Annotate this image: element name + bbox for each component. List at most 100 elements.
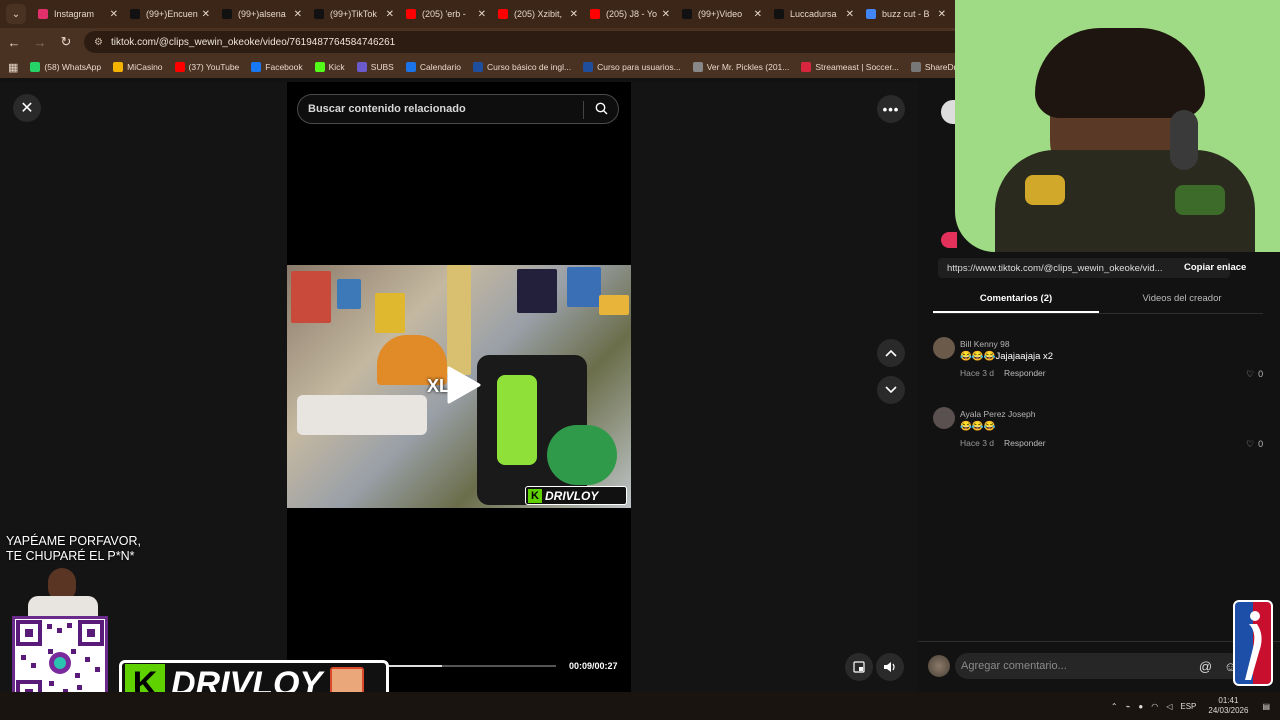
bookmark-item[interactable]: Curso para usuarios... <box>583 62 681 72</box>
bookmark-label: Curso para usuarios... <box>597 62 681 72</box>
overlay-person-image <box>18 568 108 616</box>
reply-button[interactable]: Responder <box>1004 368 1046 378</box>
browser-tab[interactable]: (99+)alsena ✕ <box>216 0 308 28</box>
browser-tab[interactable]: Instagram ✕ <box>32 0 124 28</box>
close-tab-icon[interactable]: ✕ <box>478 9 486 20</box>
video-watermark: K DRIVLOY <box>525 486 627 505</box>
bookmark-item[interactable]: Calendario <box>405 62 461 72</box>
comment-like-button[interactable]: ♡ 0 <box>1246 369 1263 380</box>
watermark-text: DRIVLOY <box>545 488 599 503</box>
volume-button[interactable] <box>876 653 904 681</box>
close-tab-icon[interactable]: ✕ <box>662 9 670 20</box>
tab-comments[interactable]: Comentarios (2) <box>933 293 1099 304</box>
bookmark-item[interactable]: Facebook <box>251 62 303 72</box>
notifications-icon[interactable]: ▤ <box>1262 702 1270 711</box>
comment-text: 😂😂😂Jajajaajaja x2 <box>960 351 1054 362</box>
tab-title: (99+)Video <box>698 9 743 19</box>
back-button[interactable]: ← <box>2 30 26 54</box>
close-tab-icon[interactable]: ✕ <box>202 9 210 20</box>
browser-tab[interactable]: buzz cut - B ✕ <box>860 0 952 28</box>
bookmark-favicon-icon <box>174 62 185 72</box>
browser-tab[interactable]: (99+)Video ✕ <box>676 0 768 28</box>
close-tab-icon[interactable]: ✕ <box>110 9 118 20</box>
bookmark-favicon-icon <box>251 62 262 72</box>
comment-avatar[interactable] <box>933 407 955 429</box>
picture-in-picture-button[interactable] <box>845 653 873 681</box>
close-tab-icon[interactable]: ✕ <box>846 9 854 20</box>
close-tab-icon[interactable]: ✕ <box>754 9 762 20</box>
tab-creator-videos[interactable]: Videos del creador <box>1099 293 1265 304</box>
nba-logo-icon <box>1233 600 1273 686</box>
microphone-icon[interactable]: ● <box>1138 702 1143 711</box>
close-tab-icon[interactable]: ✕ <box>938 9 946 20</box>
bookmark-label: Kick <box>328 62 345 72</box>
bookmark-favicon-icon <box>801 62 812 72</box>
bookmark-item[interactable]: Kick <box>314 62 345 72</box>
browser-tab[interactable]: (99+)Encuen ✕ <box>124 0 216 28</box>
bookmark-item[interactable]: Curso básico de ingl... <box>472 62 571 72</box>
tab-title: (205) 'erb - <box>422 9 466 19</box>
next-video-button[interactable] <box>877 376 905 404</box>
streamer-webcam <box>955 0 1280 252</box>
close-tab-icon[interactable]: ✕ <box>570 9 578 20</box>
copy-link-button[interactable]: Copiar enlace <box>1184 262 1246 273</box>
reply-button[interactable]: Responder <box>1004 438 1046 448</box>
bookmark-item[interactable]: (37) YouTube <box>174 62 239 72</box>
comment-input[interactable]: Agregar comentario... <box>955 653 1193 679</box>
url-text: tiktok.com/@clips_wewin_okeoke/video/761… <box>110 36 396 48</box>
close-button[interactable]: ✕ <box>13 94 41 122</box>
comment-avatar[interactable] <box>933 337 955 359</box>
tiktok-icon <box>130 9 140 19</box>
comment-like-button[interactable]: ♡ 0 <box>1246 439 1263 450</box>
like-count: 0 <box>1258 369 1264 379</box>
youtube-icon <box>498 9 508 19</box>
bookmark-item[interactable]: SUBS <box>356 62 394 72</box>
search-placeholder: Buscar contenido relacionado <box>308 103 466 115</box>
wifi-icon[interactable]: ◠ <box>1151 702 1158 711</box>
play-icon[interactable] <box>443 365 483 405</box>
bookmark-item[interactable]: Ver Mr. Pickles (201... <box>692 62 790 72</box>
close-tab-icon[interactable]: ✕ <box>294 9 302 20</box>
bookmark-item[interactable]: Streameast | Soccer... <box>801 62 899 72</box>
comment-username[interactable]: Ayala Perez Joseph <box>960 409 1035 419</box>
bookmark-favicon-icon <box>113 62 124 72</box>
close-tab-icon[interactable]: ✕ <box>386 9 394 20</box>
clock-time: 01:41 <box>1218 696 1239 705</box>
bookmark-favicon-icon <box>314 62 325 72</box>
tiktok-icon <box>222 9 232 19</box>
tab-title: (99+)TikTok <box>330 9 377 19</box>
browser-tab[interactable]: Luccadursa ✕ <box>768 0 860 28</box>
clock[interactable]: 01:41 24/03/2026 <box>1208 696 1248 716</box>
comment-meta: Hace 3 d Responder <box>960 438 1046 448</box>
browser-tab[interactable]: (99+)TikTok ✕ <box>308 0 400 28</box>
tab-title: buzz cut - B <box>882 9 930 19</box>
comment-time: Hace 3 d <box>960 438 995 448</box>
bookmark-item[interactable]: (58) WhatsApp <box>30 62 101 72</box>
site-info-icon[interactable]: ⚙ <box>94 37 103 48</box>
tiktok-icon <box>682 9 692 19</box>
language-indicator[interactable]: ESP <box>1180 702 1196 711</box>
reload-button[interactable]: ↻ <box>54 30 78 54</box>
browser-tab[interactable]: (205) Xzibit, ✕ <box>492 0 584 28</box>
tray-chevron-icon[interactable]: ⌃ <box>1111 702 1118 711</box>
volume-tray-icon[interactable]: ◁ <box>1166 702 1172 711</box>
stream-overlay-text: YAPÉAME PORFAVOR, TE CHUPARÉ EL P*N* <box>6 534 141 564</box>
comment-username[interactable]: Bill Kenny 98 <box>960 339 1010 349</box>
previous-video-button[interactable] <box>877 339 905 367</box>
forward-button[interactable]: → <box>28 30 52 54</box>
apps-icon[interactable]: ▦ <box>8 61 18 74</box>
bookmark-item[interactable]: MiCasino <box>113 62 163 72</box>
bookmark-favicon-icon <box>583 62 594 72</box>
related-search-input[interactable]: Buscar contenido relacionado <box>297 94 619 124</box>
bookmark-label: SUBS <box>370 62 394 72</box>
tab-search-dropdown[interactable]: ⌄ <box>6 4 26 24</box>
browser-tab[interactable]: (205) J8 - Yo ✕ <box>584 0 676 28</box>
bookmark-label: Ver Mr. Pickles (201... <box>706 62 790 72</box>
browser-tab[interactable]: (205) 'erb - ✕ <box>400 0 492 28</box>
mention-icon[interactable]: @ <box>1199 659 1212 674</box>
network-icon[interactable]: ⌁ <box>1126 702 1131 711</box>
more-options-button[interactable]: ••• <box>877 95 905 123</box>
progress-fill <box>386 665 443 667</box>
clock-date: 24/03/2026 <box>1208 706 1249 715</box>
search-icon[interactable] <box>595 102 608 118</box>
